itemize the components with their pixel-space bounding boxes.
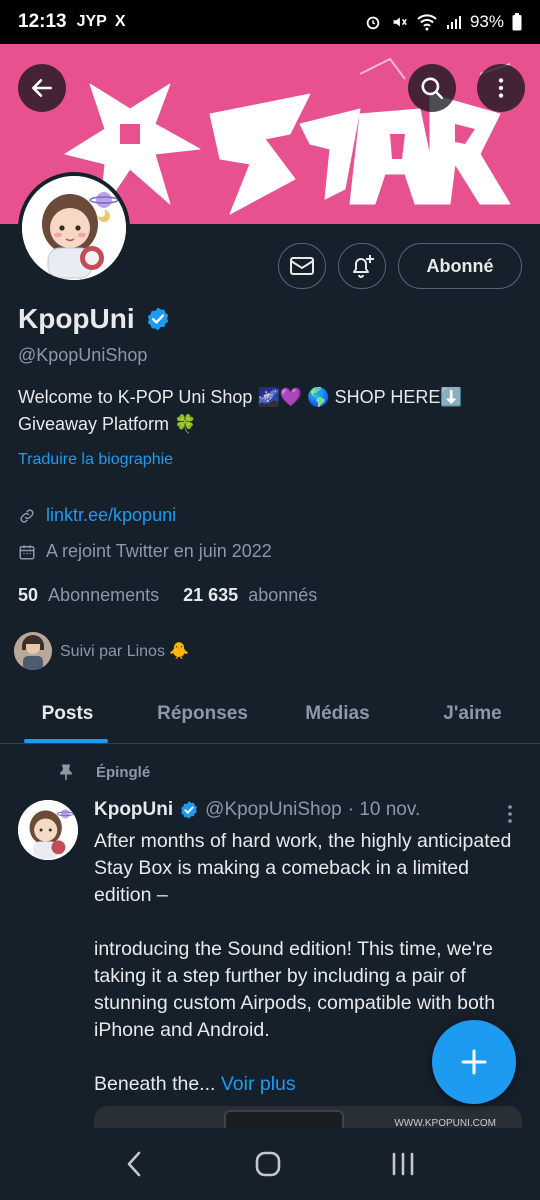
more-vertical-icon: [508, 805, 512, 823]
tweet-author-avatar[interactable]: [18, 800, 78, 860]
tweet-header: KpopUni @KpopUniShop · 10 nov.: [94, 799, 420, 821]
battery-icon: [512, 13, 522, 31]
link-icon: [20, 508, 34, 523]
search-icon: [421, 77, 444, 100]
tab-posts[interactable]: Posts: [0, 684, 135, 743]
tab-likes[interactable]: J'aime: [405, 684, 540, 743]
avatar-illustration: [22, 176, 126, 280]
tab-media[interactable]: Médias: [270, 684, 405, 743]
join-date-text: A rejoint Twitter en juin 2022: [46, 541, 272, 561]
website-link-text[interactable]: linktr.ee/kpopuni: [46, 505, 176, 526]
following-count-link[interactable]: 50 Abonnements: [18, 585, 159, 606]
show-more-link[interactable]: Voir plus: [221, 1073, 296, 1095]
profile-website[interactable]: linktr.ee/kpopuni: [18, 505, 176, 526]
followed-by-text: Suivi par Linos 🐥: [60, 643, 190, 660]
following-label: Abonnements: [48, 585, 160, 605]
followed-by-row[interactable]: Suivi par Linos 🐥: [14, 632, 189, 670]
notification-icons: JYP X: [77, 13, 126, 31]
following-button[interactable]: Abonné: [398, 243, 522, 289]
compose-button[interactable]: [432, 1020, 516, 1104]
mute-icon: [393, 17, 407, 27]
verified-badge-icon: [181, 801, 197, 819]
status-time: 12:13: [18, 11, 67, 32]
tweet-avatar-illustration: [18, 800, 78, 860]
back-button[interactable]: [18, 64, 66, 112]
x-app-icon: X: [114, 13, 126, 30]
status-bar: 12:13 JYP X 93%: [0, 0, 540, 44]
more-vertical-icon: [498, 78, 504, 98]
signal-icon: [446, 16, 461, 29]
alarm-icon: [366, 16, 380, 30]
calendar-icon: [19, 544, 35, 559]
profile-bio: Welcome to K-POP Uni Shop 🌌💜 🌎 SHOP HERE…: [18, 384, 518, 438]
wifi-icon: [417, 14, 437, 31]
message-button[interactable]: [278, 243, 326, 289]
pinned-indicator: Épinglé: [56, 762, 150, 782]
translate-bio-link[interactable]: Traduire la biographie: [18, 451, 173, 469]
more-options-button[interactable]: [477, 64, 525, 112]
bell-plus-icon: [353, 255, 374, 278]
follow-counts: 50 Abonnements 21 635 abonnés: [18, 585, 317, 606]
battery-percent: 93%: [469, 12, 504, 31]
followers-count-link[interactable]: 21 635 abonnés: [183, 585, 317, 606]
profile-avatar[interactable]: [18, 172, 130, 284]
bio-line: Welcome to K-POP Uni Shop 🌌💜 🌎 SHOP HERE…: [18, 387, 463, 407]
pin-icon: [60, 764, 72, 781]
avatar-image: [22, 176, 126, 280]
tweet-author-name[interactable]: KpopUni: [94, 799, 173, 821]
nav-back-icon[interactable]: [123, 1149, 147, 1179]
arrow-left-icon: [32, 79, 52, 97]
profile-name-text: KpopUni: [18, 303, 135, 334]
following-count: 50: [18, 585, 39, 605]
envelope-icon: [290, 257, 314, 275]
pinned-label: Épinglé: [96, 763, 151, 781]
tab-replies[interactable]: Réponses: [135, 684, 270, 743]
followers-count: 21 635: [183, 585, 239, 605]
tweet-author-handle[interactable]: @KpopUniShop: [205, 799, 342, 821]
profile-handle: @KpopUniShop: [18, 345, 148, 365]
profile-join-date: A rejoint Twitter en juin 2022: [18, 541, 272, 562]
notifications-toggle-button[interactable]: [338, 243, 386, 289]
search-button[interactable]: [408, 64, 456, 112]
follower-avatar: [14, 632, 52, 670]
system-nav-bar: [0, 1128, 540, 1200]
tweet-date[interactable]: · 10 nov.: [348, 799, 421, 821]
system-icons: 93%: [364, 12, 522, 32]
nav-home-icon[interactable]: [253, 1149, 283, 1179]
profile-tabs: Posts Réponses Médias J'aime: [0, 684, 540, 744]
jyp-app-icon: JYP: [76, 13, 107, 30]
verified-badge-icon[interactable]: [145, 306, 171, 332]
profile-name: KpopUni: [18, 303, 171, 335]
bio-line: Giveaway Platform 🍀: [18, 414, 197, 434]
tweet-more-button[interactable]: [502, 804, 518, 829]
followers-label: abonnés: [248, 585, 318, 605]
nav-recents-icon[interactable]: [389, 1149, 417, 1179]
plus-icon: [461, 1049, 487, 1075]
